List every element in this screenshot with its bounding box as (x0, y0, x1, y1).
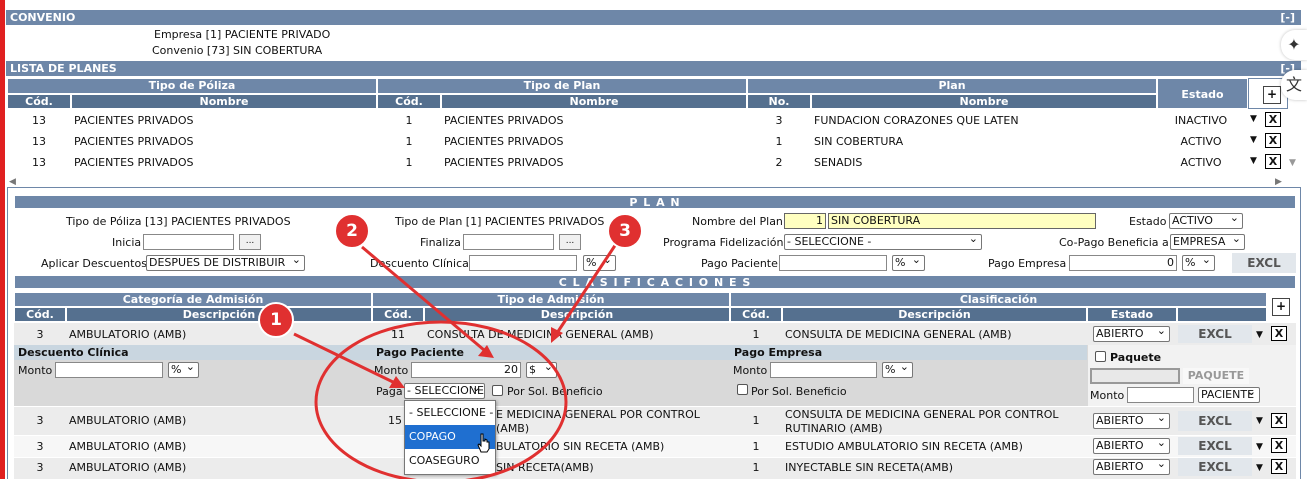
annotation-overlay (293, 243, 618, 479)
annotation-marker-2: 2 (334, 213, 370, 249)
arrow-2-line (361, 245, 485, 352)
translate-icon[interactable]: 文 (1281, 70, 1307, 100)
sparkle-icon[interactable]: ✦ (1281, 30, 1307, 60)
highlight-ellipse (314, 320, 568, 479)
annotation-marker-1: 1 (258, 302, 294, 338)
arrow-1-line (293, 332, 396, 385)
arrow-3-head (551, 327, 563, 343)
annotation-marker-3: 3 (607, 213, 643, 249)
arrow-3-line (555, 243, 618, 334)
